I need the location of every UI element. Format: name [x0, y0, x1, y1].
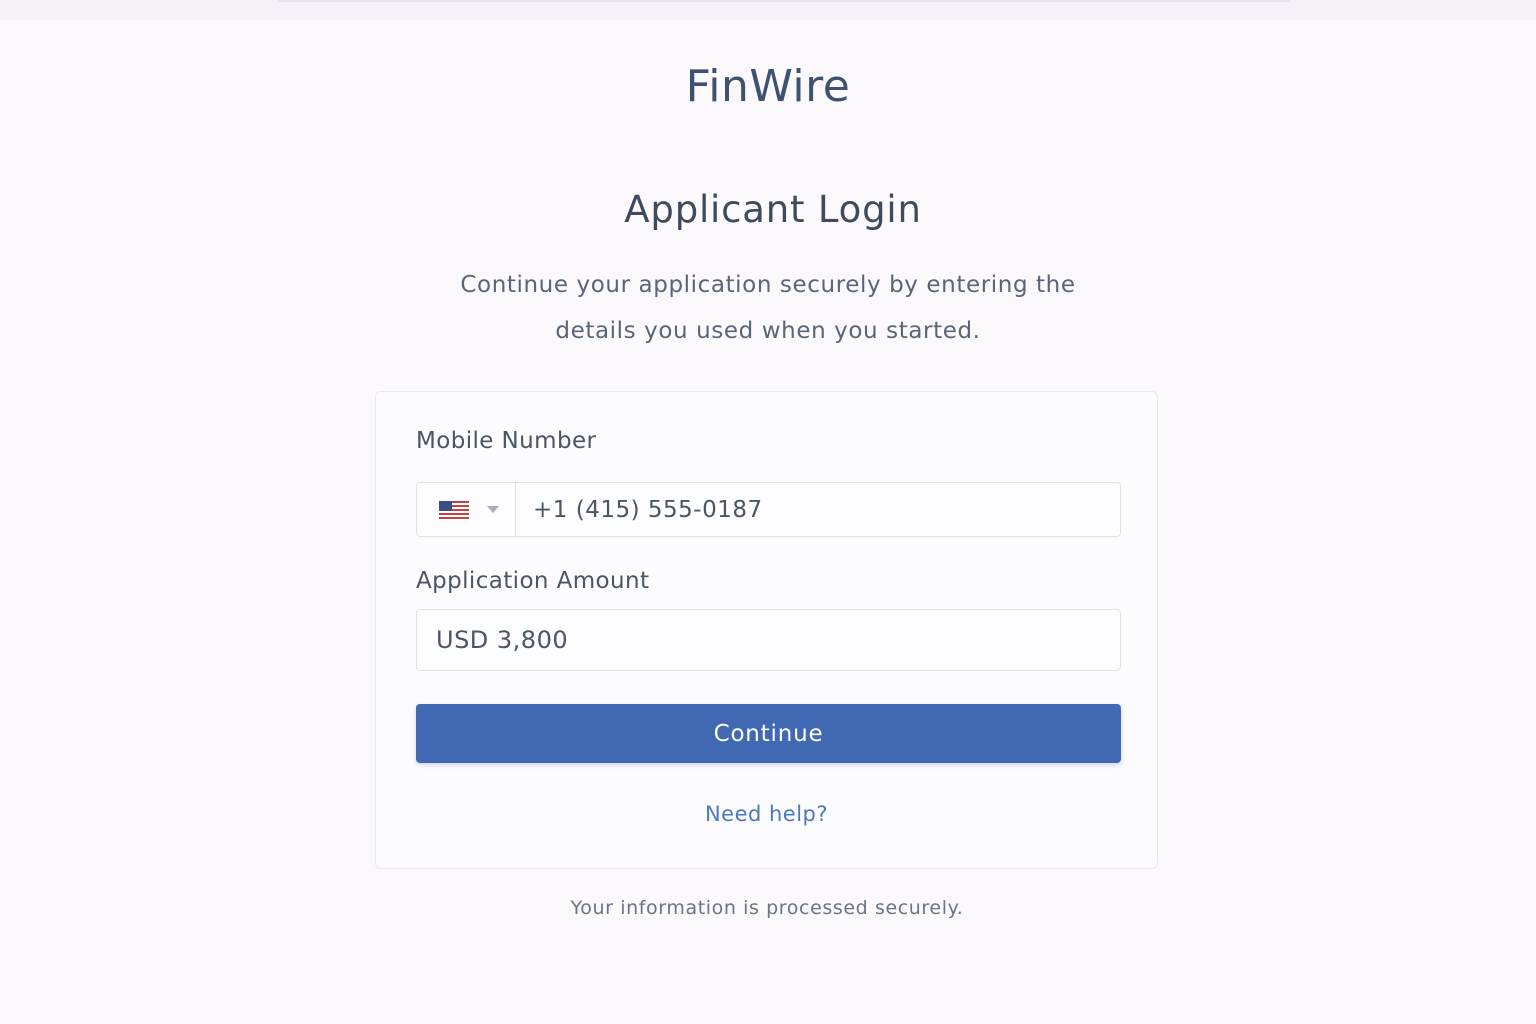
chevron-down-icon: [487, 506, 499, 513]
mobile-number-field: [416, 482, 1121, 537]
mobile-number-label: Mobile Number: [416, 428, 597, 454]
country-code-select[interactable]: [417, 483, 516, 536]
login-card: Mobile Number Application Amount Continu…: [375, 391, 1158, 869]
need-help-link[interactable]: Need help?: [376, 800, 1157, 828]
subtitle-line-1: Continue your application securely by en…: [460, 272, 1076, 298]
brand-logo: FinWire: [685, 61, 851, 112]
application-amount-input[interactable]: [416, 609, 1121, 671]
page-title: Applicant Login: [624, 188, 922, 231]
continue-button[interactable]: Continue: [416, 704, 1121, 763]
security-note: Your information is processed securely.: [570, 897, 964, 919]
subtitle-line-2: details you used when you started.: [555, 318, 981, 344]
mobile-number-input[interactable]: [516, 483, 1120, 536]
top-divider: [278, 0, 1290, 2]
top-bar: [0, 0, 1536, 20]
page-subtitle: Continue your application securely by en…: [368, 262, 1168, 354]
us-flag-icon: [439, 500, 469, 519]
application-amount-label: Application Amount: [416, 568, 650, 594]
